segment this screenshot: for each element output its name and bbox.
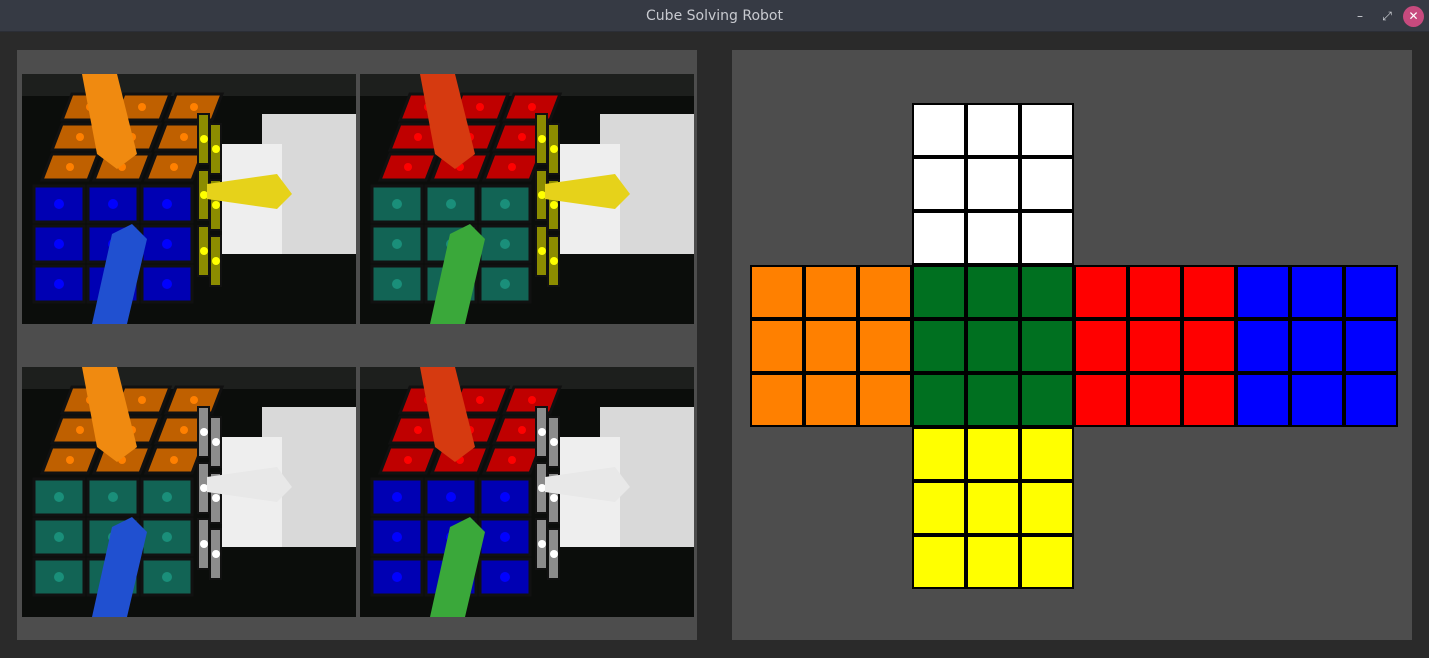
facelet-right-1-2 xyxy=(1182,319,1236,373)
facelet-back-1-0 xyxy=(1236,319,1290,373)
facelet-up-1-1 xyxy=(966,157,1020,211)
facelet-back-2-2 xyxy=(1344,373,1398,427)
facelet-down-1-0 xyxy=(912,481,966,535)
facelet-front-0-2 xyxy=(1020,265,1074,319)
facelet-left-0-1 xyxy=(804,265,858,319)
facelet-left-1-0 xyxy=(750,319,804,373)
facelet-left-1-2 xyxy=(858,319,912,373)
facelet-front-2-1 xyxy=(966,373,1020,427)
camera-panel xyxy=(17,50,697,640)
facelet-up-0-0 xyxy=(912,103,966,157)
camera-image xyxy=(22,74,356,324)
facelet-right-2-1 xyxy=(1128,373,1182,427)
facelet-down-2-2 xyxy=(1020,535,1074,589)
facelet-front-2-2 xyxy=(1020,373,1074,427)
facelet-down-2-1 xyxy=(966,535,1020,589)
facelet-back-0-0 xyxy=(1236,265,1290,319)
facelet-up-2-2 xyxy=(1020,211,1074,265)
facelet-up-1-0 xyxy=(912,157,966,211)
camera-view-1 xyxy=(22,74,356,324)
minimize-button[interactable]: – xyxy=(1351,7,1369,25)
facelet-up-1-2 xyxy=(1020,157,1074,211)
title-bar: Cube Solving Robot – ⤢ ✕ xyxy=(0,0,1429,32)
facelet-right-0-2 xyxy=(1182,265,1236,319)
facelet-right-0-0 xyxy=(1074,265,1128,319)
facelet-back-0-2 xyxy=(1344,265,1398,319)
facelet-left-0-2 xyxy=(858,265,912,319)
facelet-left-1-1 xyxy=(804,319,858,373)
facelet-down-1-1 xyxy=(966,481,1020,535)
maximize-button[interactable]: ⤢ xyxy=(1378,7,1396,25)
window-title: Cube Solving Robot xyxy=(646,8,783,24)
facelet-right-2-0 xyxy=(1074,373,1128,427)
facelet-front-1-0 xyxy=(912,319,966,373)
facelet-front-0-1 xyxy=(966,265,1020,319)
facelet-back-1-2 xyxy=(1344,319,1398,373)
facelet-down-0-1 xyxy=(966,427,1020,481)
camera-image xyxy=(360,74,694,324)
facelet-right-1-0 xyxy=(1074,319,1128,373)
facelet-right-0-1 xyxy=(1128,265,1182,319)
facelet-back-0-1 xyxy=(1290,265,1344,319)
facelet-front-1-2 xyxy=(1020,319,1074,373)
facelet-left-2-2 xyxy=(858,373,912,427)
facelet-front-2-0 xyxy=(912,373,966,427)
facelet-front-1-1 xyxy=(966,319,1020,373)
camera-image xyxy=(360,367,694,617)
facelet-left-0-0 xyxy=(750,265,804,319)
facelet-up-0-2 xyxy=(1020,103,1074,157)
facelet-back-1-1 xyxy=(1290,319,1344,373)
facelet-down-0-2 xyxy=(1020,427,1074,481)
camera-view-4 xyxy=(360,367,694,617)
facelet-up-2-1 xyxy=(966,211,1020,265)
close-button[interactable]: ✕ xyxy=(1403,6,1424,27)
facelet-front-0-0 xyxy=(912,265,966,319)
facelet-right-2-2 xyxy=(1182,373,1236,427)
facelet-up-2-0 xyxy=(912,211,966,265)
facelet-back-2-0 xyxy=(1236,373,1290,427)
facelet-down-2-0 xyxy=(912,535,966,589)
camera-image xyxy=(22,367,356,617)
facelet-down-1-2 xyxy=(1020,481,1074,535)
camera-view-2 xyxy=(360,74,694,324)
facelet-back-2-1 xyxy=(1290,373,1344,427)
camera-view-3 xyxy=(22,367,356,617)
facelet-up-0-1 xyxy=(966,103,1020,157)
facelet-left-2-0 xyxy=(750,373,804,427)
cube-map-panel xyxy=(732,50,1412,640)
facelet-left-2-1 xyxy=(804,373,858,427)
facelet-down-0-0 xyxy=(912,427,966,481)
facelet-right-1-1 xyxy=(1128,319,1182,373)
